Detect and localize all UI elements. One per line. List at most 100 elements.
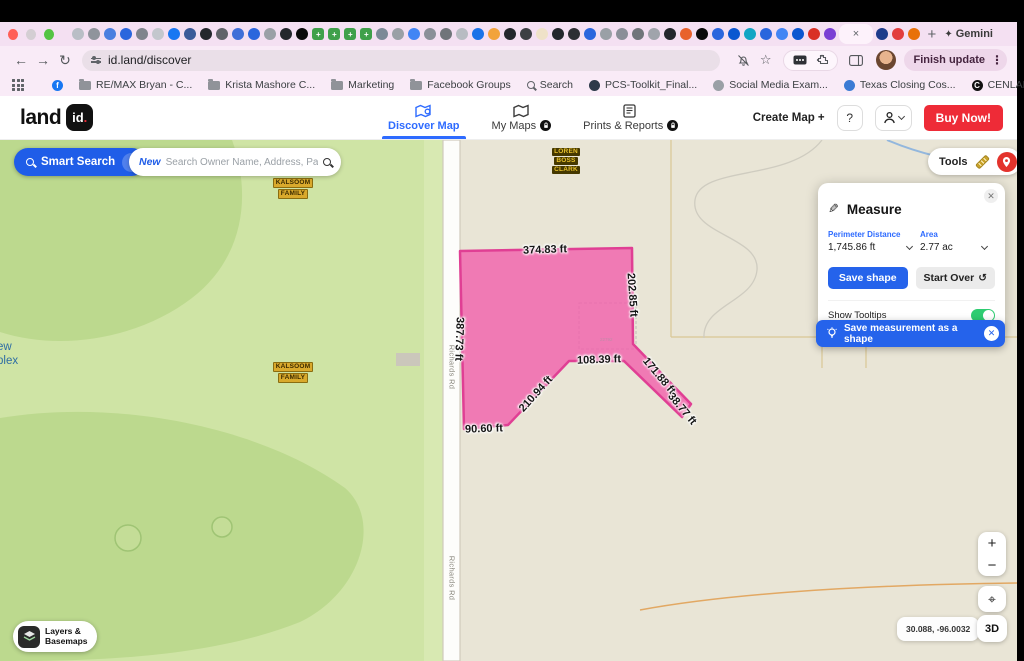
- close-tab-icon[interactable]: ×: [853, 28, 859, 40]
- tab-favicon[interactable]: [680, 28, 692, 40]
- start-over-button[interactable]: Start Over↺: [916, 267, 996, 289]
- tab-favicon[interactable]: [664, 28, 676, 40]
- tab-favicon[interactable]: [552, 28, 564, 40]
- zoom-window-button[interactable]: [44, 29, 54, 40]
- tab-favicon[interactable]: [120, 28, 132, 40]
- create-map-button[interactable]: Create Map +: [753, 112, 825, 124]
- tab-favicon[interactable]: [168, 28, 180, 40]
- extensions-puzzle-icon[interactable]: [816, 54, 828, 66]
- password-manager-icon[interactable]: [793, 55, 807, 65]
- tab-favicon[interactable]: [408, 28, 420, 40]
- tab-favicon[interactable]: [712, 28, 724, 40]
- tab-favicon[interactable]: [104, 28, 116, 40]
- tab-favicon[interactable]: [536, 28, 548, 40]
- tab-favicon[interactable]: [232, 28, 244, 40]
- bookmark-item[interactable]: Marketing: [331, 79, 394, 91]
- zoom-out-button[interactable]: −: [978, 554, 1006, 576]
- tab-favicon[interactable]: [152, 28, 164, 40]
- smart-search-button[interactable]: Smart Search ›: [14, 148, 146, 176]
- url-bar[interactable]: id.land/discover: [82, 50, 720, 71]
- back-button[interactable]: ←: [10, 52, 32, 68]
- area-select[interactable]: Area 2.77 ac: [920, 230, 995, 253]
- tab-favicon[interactable]: [424, 28, 436, 40]
- tab-favicon[interactable]: [392, 28, 404, 40]
- tab-favicon[interactable]: [264, 28, 276, 40]
- search-input[interactable]: [166, 157, 318, 168]
- notifications-blocked-icon[interactable]: [737, 54, 750, 67]
- tab-favicon[interactable]: [876, 28, 888, 40]
- tab-favicon[interactable]: [808, 28, 820, 40]
- bookmark-item[interactable]: PCS-Toolkit_Final...: [589, 79, 697, 91]
- buy-now-button[interactable]: Buy Now!: [924, 105, 1003, 131]
- tab-prints-reports[interactable]: Prints & Reports: [583, 96, 678, 139]
- tab-favicon[interactable]: [376, 28, 388, 40]
- tab-favicon[interactable]: [760, 28, 772, 40]
- tab-favicon[interactable]: [88, 28, 100, 40]
- bookmark-item[interactable]: Search: [527, 79, 573, 91]
- tab-favicon[interactable]: +: [344, 28, 356, 40]
- active-tab[interactable]: ×: [839, 24, 872, 44]
- close-window-button[interactable]: [8, 29, 18, 40]
- tab-favicon[interactable]: [520, 28, 532, 40]
- landid-logo[interactable]: land id.: [20, 104, 93, 131]
- tab-favicon[interactable]: [648, 28, 660, 40]
- locate-me-button[interactable]: ⌖: [978, 586, 1006, 612]
- tab-favicon[interactable]: [200, 28, 212, 40]
- tab-favicon[interactable]: +: [312, 28, 324, 40]
- bookmark-item[interactable]: CCENLAR FSB: [972, 79, 1024, 91]
- tab-favicon[interactable]: [600, 28, 612, 40]
- tab-favicon[interactable]: [908, 28, 920, 40]
- tab-favicon[interactable]: +: [328, 28, 340, 40]
- bookmark-item[interactable]: f: [52, 80, 63, 91]
- tab-favicon[interactable]: [584, 28, 596, 40]
- tab-favicon[interactable]: [776, 28, 788, 40]
- bookmark-item[interactable]: RE/MAX Bryan - C...: [79, 79, 192, 91]
- tab-favicon[interactable]: [696, 28, 708, 40]
- account-button[interactable]: [875, 105, 912, 131]
- new-tab-button[interactable]: +: [928, 26, 937, 43]
- gemini-button[interactable]: ✦Gemini: [944, 28, 993, 40]
- tab-favicon[interactable]: [456, 28, 468, 40]
- tab-favicon[interactable]: [184, 28, 196, 40]
- tab-favicon[interactable]: [248, 28, 260, 40]
- profile-avatar[interactable]: [876, 50, 896, 70]
- tab-my-maps[interactable]: My Maps: [492, 96, 552, 139]
- bookmark-item[interactable]: Krista Mashore C...: [208, 79, 315, 91]
- apps-grid-icon[interactable]: [12, 79, 24, 91]
- layers-basemaps-button[interactable]: Layers &Basemaps: [13, 621, 97, 652]
- zoom-in-button[interactable]: +: [978, 532, 1006, 554]
- map-canvas[interactable]: ewplex 22792 KALSOOMFAMILY KALSOOMFAMILY…: [0, 140, 1017, 661]
- close-icon[interactable]: ✕: [984, 189, 998, 203]
- owner-label-kalsoom[interactable]: KALSOOMFAMILY: [276, 178, 310, 199]
- tab-favicon[interactable]: [488, 28, 500, 40]
- close-icon[interactable]: ✕: [984, 326, 999, 341]
- bookmark-item[interactable]: Facebook Groups: [410, 79, 510, 91]
- site-info-icon[interactable]: [91, 58, 101, 63]
- three-d-button[interactable]: 3D: [977, 615, 1007, 642]
- reload-button[interactable]: ↻: [54, 52, 76, 69]
- side-panel-icon[interactable]: [849, 55, 863, 66]
- parcel-pin-icon[interactable]: [997, 152, 1017, 172]
- perimeter-select[interactable]: Perimeter Distance 1,745.86 ft: [828, 230, 920, 253]
- minimize-window-button[interactable]: [26, 29, 36, 40]
- tab-favicon[interactable]: [824, 28, 836, 40]
- tab-favicon[interactable]: [72, 28, 84, 40]
- tab-discover-map[interactable]: Discover Map: [388, 96, 460, 139]
- help-button[interactable]: ?: [837, 105, 863, 131]
- tab-favicon[interactable]: [568, 28, 580, 40]
- browser-menu-icon[interactable]: ⋮: [991, 53, 1003, 67]
- finish-update-button[interactable]: Finish update ⋮: [904, 49, 1008, 71]
- tab-favicon[interactable]: [504, 28, 516, 40]
- tab-favicon[interactable]: [216, 28, 228, 40]
- tab-favicon[interactable]: [472, 28, 484, 40]
- tab-favicon[interactable]: [280, 28, 292, 40]
- search-icon[interactable]: [323, 158, 331, 166]
- bookmark-star-icon[interactable]: ☆: [760, 52, 772, 68]
- tab-favicon[interactable]: [792, 28, 804, 40]
- bookmark-item[interactable]: Texas Closing Cos...: [844, 79, 956, 91]
- owner-label-kalsoom[interactable]: KALSOOMFAMILY: [276, 362, 310, 383]
- save-shape-button[interactable]: Save shape: [828, 267, 908, 289]
- measure-ruler-icon[interactable]: [975, 154, 990, 169]
- url-text[interactable]: id.land/discover: [108, 53, 191, 67]
- owner-label-loren-boss-clark[interactable]: LORENBOSSCLARK: [549, 148, 583, 174]
